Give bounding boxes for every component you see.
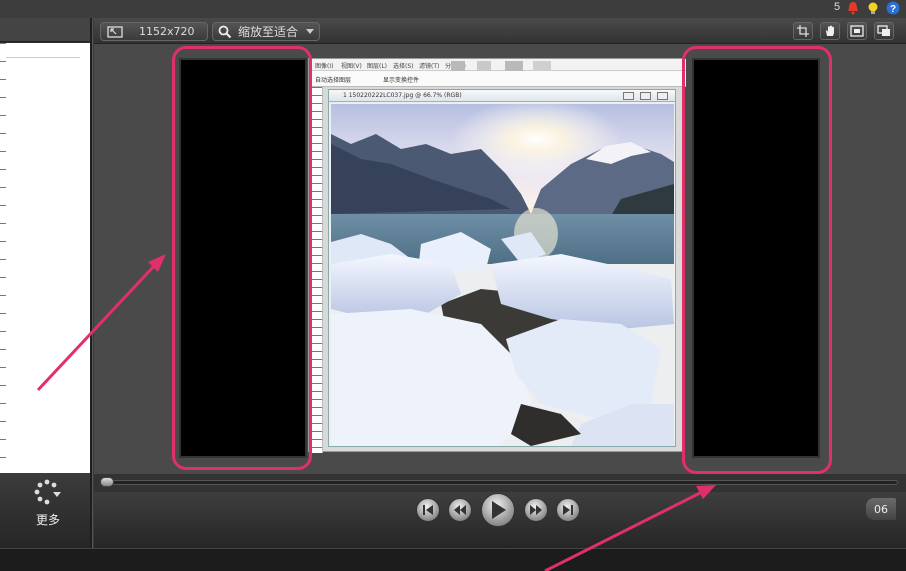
document-title-text: 1 150220222LC037.jpg @ 66.7% (RGB) — [343, 92, 462, 99]
zoom-label: 缩放至适合 — [238, 25, 299, 39]
skip-back-button[interactable] — [416, 498, 440, 522]
zoom-dropdown[interactable]: 缩放至适合 — [212, 22, 320, 41]
bell-icon[interactable] — [846, 1, 860, 15]
status-strip — [0, 548, 906, 571]
seek-bar-area — [94, 474, 906, 492]
timecode-display: 06 — [866, 498, 896, 520]
more-icon[interactable] — [32, 478, 62, 508]
fit-screen-icon — [850, 25, 864, 37]
menu-item: 选择(S) — [393, 63, 414, 70]
video-editor-window: 5 ? 更多 1152x720 缩放至适合 图像(I) 视图(V) 图层(L) … — [0, 0, 906, 571]
fast-forward-icon — [530, 505, 542, 515]
seek-thumb[interactable] — [100, 477, 114, 487]
top-status-bar: 5 ? — [0, 0, 906, 18]
notification-count: 5 — [834, 1, 841, 13]
svg-text:?: ? — [890, 4, 896, 15]
left-panel-content — [0, 43, 90, 473]
preview-toolbar: 1152x720 缩放至适合 — [94, 18, 906, 44]
play-button[interactable] — [481, 493, 515, 527]
rewind-icon — [454, 505, 466, 515]
playback-controls: 06 — [94, 492, 906, 548]
auto-select-option: 自动选择图层 — [315, 77, 352, 84]
fast-forward-button[interactable] — [524, 498, 548, 522]
more-button-label[interactable]: 更多 — [36, 511, 60, 528]
maximize-icon — [640, 92, 651, 100]
minimize-icon — [623, 92, 634, 100]
preview-frame: 图像(I) 视图(V) 图层(L) 选择(S) 滤镜(T) 分析(A) 自动选择… — [308, 58, 686, 453]
crop-button[interactable] — [793, 22, 813, 40]
close-icon — [657, 92, 668, 100]
embedded-document-window: 1 150220222LC037.jpg @ 66.7% (RGB) — [328, 89, 676, 447]
crop-icon — [797, 25, 809, 37]
menu-item: 滤镜(T) — [419, 63, 440, 70]
embedded-options-bar: 自动选择图层 显示变换控件 — [309, 71, 686, 87]
panel-splitter[interactable] — [90, 18, 93, 548]
search-icon — [218, 25, 232, 38]
menu-item: 图层(L) — [367, 63, 388, 70]
left-panel — [0, 18, 90, 548]
highlight-box-right — [682, 46, 832, 474]
left-panel-header — [0, 18, 90, 42]
chevron-down-icon — [306, 28, 315, 34]
fit-screen-button[interactable] — [847, 22, 867, 40]
menu-item: 图像(I) — [315, 63, 334, 70]
rewind-button[interactable] — [448, 498, 472, 522]
resize-icon — [107, 25, 123, 38]
separator — [6, 57, 80, 58]
show-transform-option: 显示变换控件 — [383, 77, 420, 84]
detach-preview-icon — [877, 25, 890, 36]
lightbulb-icon[interactable] — [866, 1, 880, 15]
dimensions-button[interactable]: 1152x720 — [100, 22, 208, 41]
dimensions-label: 1152x720 — [139, 25, 195, 38]
hand-pan-button[interactable] — [820, 22, 840, 40]
skip-forward-icon — [563, 505, 573, 515]
skip-forward-button[interactable] — [556, 498, 580, 522]
highlight-box-left — [172, 46, 312, 470]
seek-track[interactable] — [102, 480, 898, 485]
embedded-menubar: 图像(I) 视图(V) 图层(L) 选择(S) 滤镜(T) 分析(A) — [309, 59, 686, 77]
hand-pan-icon — [826, 25, 834, 36]
embedded-document-title: 1 150220222LC037.jpg @ 66.7% (RGB) — [329, 90, 675, 102]
left-panel-ticks — [0, 43, 6, 473]
menu-item: 视图(V) — [341, 63, 362, 70]
skip-back-icon — [423, 505, 433, 515]
detach-preview-button[interactable] — [874, 22, 894, 40]
landscape-photo — [331, 104, 674, 446]
help-icon[interactable]: ? — [886, 1, 900, 15]
play-icon — [492, 501, 506, 519]
